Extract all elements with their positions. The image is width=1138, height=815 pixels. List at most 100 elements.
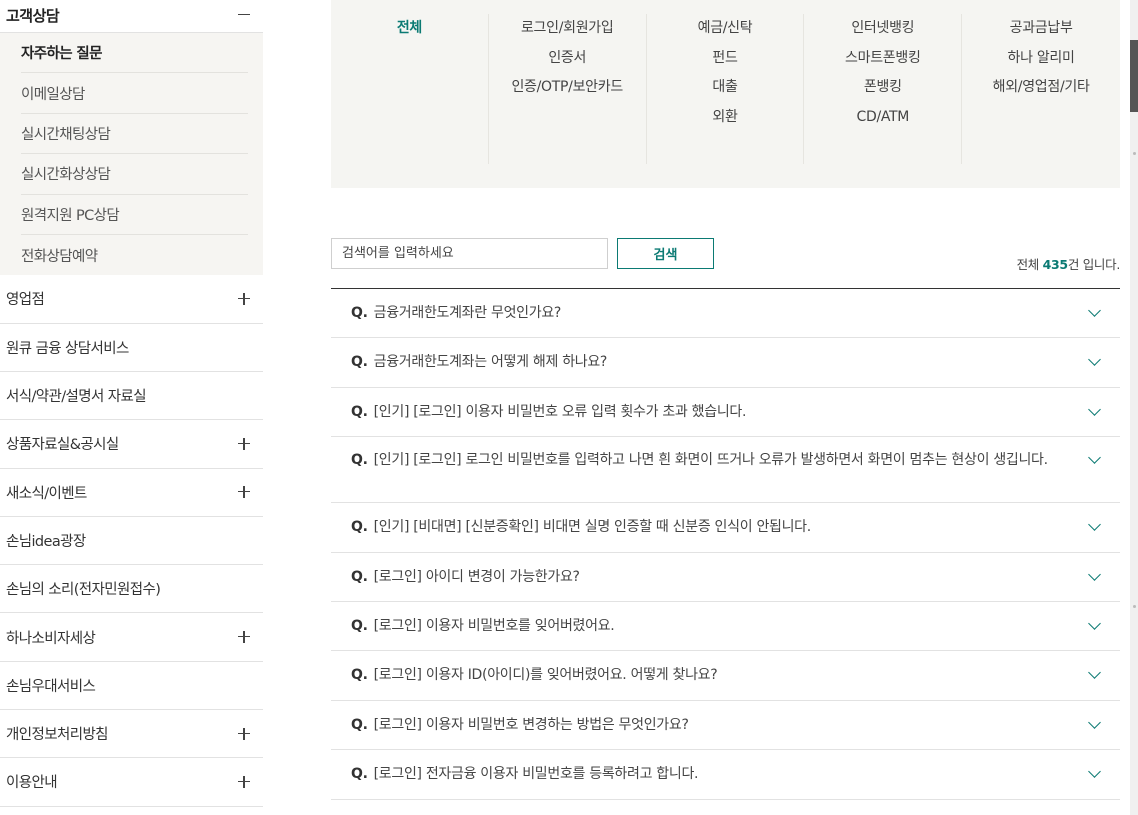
search-input[interactable]	[331, 238, 608, 269]
category-link[interactable]: 예금/신탁	[647, 14, 804, 44]
expand-icon[interactable]	[237, 292, 251, 306]
sidebar-item[interactable]: 손님우대서비스	[0, 662, 263, 711]
faq-item[interactable]: Q. [인기] [비대면] [신분증확인] 비대면 실명 인증할 때 신분증 인식…	[331, 503, 1120, 553]
sidebar-item-label: 원큐 금융 상담서비스	[6, 340, 129, 357]
submenu-item[interactable]: 원격지원 PC상담	[21, 195, 248, 235]
submenu-item[interactable]: 실시간채팅상담	[21, 114, 248, 155]
chevron-down-icon[interactable]	[1088, 355, 1102, 369]
category-link[interactable]: 펀드	[647, 44, 804, 74]
faq-list: Q. 금융거래한도계좌란 무엇인가요? Q. 금융거래한도계좌는 어떻게 해제 하나요…	[331, 288, 1120, 800]
sidebar-item-label: 손님idea광장	[6, 533, 86, 550]
faq-question[interactable]: Q. [로그인] 이용자 비밀번호를 잊어버렸어요.	[351, 616, 615, 637]
faq-question[interactable]: Q. [로그인] 아이디 변경이 가능한가요?	[351, 567, 580, 588]
sidebar-item[interactable]: 영업점	[0, 275, 263, 324]
category-link[interactable]: 해외/영업점/기타	[962, 73, 1120, 103]
chevron-down-icon[interactable]	[1088, 668, 1102, 682]
submenu-item[interactable]: 실시간화상상담	[21, 154, 248, 195]
category-link[interactable]: 로그인/회원가입	[489, 14, 646, 44]
sidebar-item-label: 손님우대서비스	[6, 678, 96, 695]
faq-item[interactable]: Q. [로그인] 전자금융 이용자 비밀번호를 등록하려고 합니다.	[331, 750, 1120, 800]
chevron-down-icon[interactable]	[1088, 520, 1102, 534]
category-link[interactable]: 공과금납부	[962, 14, 1120, 44]
total-count: 435	[1042, 257, 1069, 272]
sidebar-item[interactable]: 서식/약관/설명서 자료실	[0, 372, 263, 421]
search-bar: 검색 전체 435건 입니다.	[331, 188, 1120, 288]
faq-question[interactable]: Q. 금융거래한도계좌는 어떻게 해제 하나요?	[351, 352, 607, 373]
faq-item[interactable]: Q. 금융거래한도계좌는 어떻게 해제 하나요?	[331, 338, 1120, 388]
search-button[interactable]: 검색	[617, 238, 714, 269]
sidebar-item[interactable]: 손님의 소리(전자민원접수)	[0, 565, 263, 614]
faq-q-prefix: Q.	[351, 354, 368, 371]
chevron-down-icon[interactable]	[1088, 619, 1102, 633]
result-count: 전체 435건 입니다.	[1016, 257, 1121, 272]
faq-item[interactable]: Q. [인기] [로그인] 로그인 비밀번호를 입력하고 나면 흰 화면이 뜨거나…	[331, 437, 1120, 504]
faq-question-text: [인기] [비대면] [신분증확인] 비대면 실명 인증할 때 신분증 인식이 …	[373, 519, 812, 536]
category-link[interactable]: 외환	[647, 103, 804, 133]
category-column: 로그인/회원가입 인증서 인증/OTP/보안카드	[489, 14, 647, 164]
sidebar-item-label: 고객상담	[6, 6, 60, 25]
category-link[interactable]: 전체	[331, 14, 488, 44]
faq-q-prefix: Q.	[351, 667, 368, 684]
scrollbar-thumb[interactable]	[1130, 40, 1138, 112]
expand-icon[interactable]	[237, 727, 251, 741]
chevron-down-icon[interactable]	[1088, 570, 1102, 584]
sidebar-submenu: 자주하는 질문 이메일상담 실시간채팅상담 실시간화상상담 원격지원 PC상담 전화상담예…	[0, 33, 263, 276]
faq-item[interactable]: Q. [로그인] 이용자 비밀번호 변경하는 방법은 무엇인가요?	[331, 701, 1120, 751]
chevron-down-icon[interactable]	[1088, 453, 1102, 467]
sidebar-nav-list: 영업점원큐 금융 상담서비스서식/약관/설명서 자료실상품자료실&공시실새소식/…	[0, 275, 263, 807]
faq-item[interactable]: Q. [로그인] 이용자 ID(아이디)를 잊어버렸어요. 어떻게 찾나요?	[331, 651, 1120, 701]
faq-question-text: [로그인] 이용자 비밀번호 변경하는 방법은 무엇인가요?	[373, 716, 689, 733]
sidebar-item[interactable]: 새소식/이벤트	[0, 469, 263, 517]
faq-item[interactable]: Q. 금융거래한도계좌란 무엇인가요?	[331, 289, 1120, 339]
sidebar-item-label: 서식/약관/설명서 자료실	[6, 389, 147, 406]
expand-icon[interactable]	[237, 775, 251, 789]
sidebar-item[interactable]: 하나소비자세상	[0, 613, 263, 662]
chevron-down-icon[interactable]	[1088, 306, 1102, 320]
category-link[interactable]: 인증서	[489, 44, 646, 74]
faq-question[interactable]: Q. [인기] [로그인] 로그인 비밀번호를 입력하고 나면 흰 화면이 뜨거나…	[351, 450, 1048, 471]
category-link[interactable]: 인터넷뱅킹	[804, 14, 961, 44]
faq-item[interactable]: Q. [인기] [로그인] 이용자 비밀번호 오류 입력 횟수가 초과 했습니다.	[331, 388, 1120, 438]
sidebar-item-customer-consult[interactable]: 고객상담	[0, 0, 263, 33]
category-column: 인터넷뱅킹 스마트폰뱅킹 폰뱅킹 CD/ATM	[804, 14, 963, 164]
category-link[interactable]: CD/ATM	[804, 103, 961, 133]
scrollbar[interactable]	[1130, 0, 1138, 815]
faq-item[interactable]: Q. [로그인] 아이디 변경이 가능한가요?	[331, 553, 1120, 602]
category-link[interactable]: 하나 알리미	[962, 44, 1120, 74]
scroll-marker	[1133, 152, 1136, 155]
faq-question[interactable]: Q. [인기] [비대면] [신분증확인] 비대면 실명 인증할 때 신분증 인식…	[351, 517, 811, 538]
category-link[interactable]: 폰뱅킹	[804, 73, 961, 103]
sidebar-item[interactable]: 손님idea광장	[0, 517, 263, 566]
faq-question[interactable]: Q. [로그인] 이용자 ID(아이디)를 잊어버렸어요. 어떻게 찾나요?	[351, 665, 718, 686]
collapse-icon[interactable]	[237, 8, 251, 22]
faq-question[interactable]: Q. [로그인] 전자금융 이용자 비밀번호를 등록하려고 합니다.	[351, 764, 699, 785]
sidebar-item[interactable]: 원큐 금융 상담서비스	[0, 324, 263, 372]
faq-item[interactable]: Q. [로그인] 이용자 비밀번호를 잊어버렸어요.	[331, 602, 1120, 652]
chevron-down-icon[interactable]	[1088, 718, 1102, 732]
submenu-item[interactable]: 이메일상담	[21, 73, 248, 114]
category-link[interactable]: 대출	[647, 73, 804, 103]
faq-q-prefix: Q.	[351, 305, 368, 321]
expand-icon[interactable]	[237, 437, 251, 451]
faq-question-text: [로그인] 이용자 ID(아이디)를 잊어버렸어요. 어떻게 찾나요?	[373, 667, 718, 684]
faq-question[interactable]: Q. [인기] [로그인] 이용자 비밀번호 오류 입력 횟수가 초과 했습니다.	[351, 402, 746, 423]
main-content: 전체 로그인/회원가입 인증서 인증/OTP/보안카드 예금/신탁 펀드 대출 외환 인터넷뱅킹…	[331, 0, 1120, 800]
faq-question[interactable]: Q. 금융거래한도계좌란 무엇인가요?	[351, 303, 561, 324]
chevron-down-icon[interactable]	[1088, 767, 1102, 781]
submenu-item[interactable]: 자주하는 질문	[21, 33, 248, 74]
faq-question[interactable]: Q. [로그인] 이용자 비밀번호 변경하는 방법은 무엇인가요?	[351, 715, 689, 736]
faq-q-prefix: Q.	[351, 403, 368, 420]
submenu-item[interactable]: 전화상담예약	[21, 235, 248, 275]
expand-icon[interactable]	[237, 630, 251, 644]
faq-question-text: 금융거래한도계좌는 어떻게 해제 하나요?	[373, 354, 608, 371]
sidebar-item[interactable]: 상품자료실&공시실	[0, 420, 263, 469]
category-link[interactable]: 인증/OTP/보안카드	[489, 73, 646, 103]
chevron-down-icon[interactable]	[1088, 405, 1102, 419]
sidebar-item[interactable]: 개인정보처리방침	[0, 710, 263, 759]
category-filter: 전체 로그인/회원가입 인증서 인증/OTP/보안카드 예금/신탁 펀드 대출 외환 인터넷뱅킹…	[331, 0, 1120, 188]
scroll-marker	[1133, 605, 1136, 608]
category-link[interactable]: 스마트폰뱅킹	[804, 44, 961, 74]
sidebar-item-label: 상품자료실&공시실	[6, 437, 119, 454]
sidebar-item[interactable]: 이용안내	[0, 758, 263, 807]
expand-icon[interactable]	[237, 485, 251, 499]
